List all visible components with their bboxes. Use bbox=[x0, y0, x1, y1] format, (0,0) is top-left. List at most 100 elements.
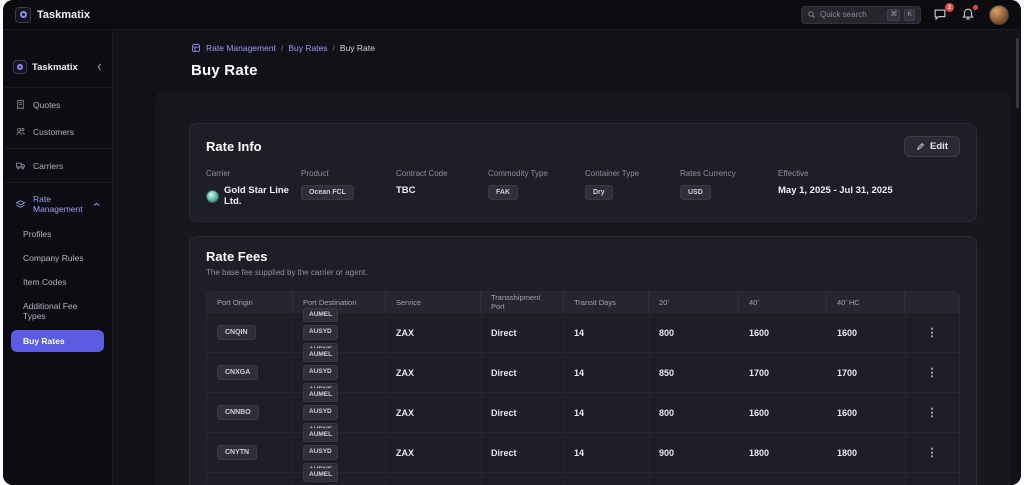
field-rates-currency: Rates Currency USD bbox=[680, 169, 778, 207]
destination-badge: AUSYD bbox=[303, 365, 338, 379]
user-avatar[interactable] bbox=[989, 5, 1009, 25]
origin-badge: CNNBO bbox=[217, 405, 259, 420]
table-row: CNNBO AUMELAUSYDAUBNE ZAX Direct 14 800 … bbox=[207, 392, 959, 432]
breadcrumb-link-buy-rates[interactable]: Buy Rates bbox=[288, 43, 327, 53]
sidebar-logo-icon bbox=[13, 60, 27, 74]
transit-days-cell: 14 bbox=[564, 473, 649, 485]
rate-fees-subtitle: The base fee supplied by the carrier or … bbox=[206, 268, 960, 277]
chat-button[interactable]: 2 bbox=[933, 7, 949, 23]
shortcut-k-key: K bbox=[904, 9, 915, 21]
breadcrumb-current: Buy Rate bbox=[340, 43, 375, 53]
divider bbox=[3, 87, 112, 88]
topbar: Taskmatix ⌘ K 2 bbox=[3, 0, 1021, 30]
sidebar-item-buy-rates[interactable]: Buy Rates bbox=[11, 330, 104, 352]
transshipment-cell: Direct bbox=[481, 433, 564, 472]
sidebar-item-label: Customers bbox=[33, 127, 74, 137]
shortcut-cmd-key: ⌘ bbox=[887, 9, 900, 21]
chevron-left-icon bbox=[97, 63, 102, 71]
origin-badge: CNYTN bbox=[217, 445, 257, 460]
column-header-service: Service bbox=[386, 292, 481, 312]
table-row: CNYTN AUMELAUSYDAUBNE ZAX Direct 14 900 … bbox=[207, 432, 959, 472]
sidebar-item-label: Rate Management bbox=[33, 194, 86, 214]
sidebar-brand: Taskmatix bbox=[3, 54, 112, 84]
row-actions-kebab-icon[interactable]: ⋮ bbox=[921, 326, 944, 339]
search-input[interactable] bbox=[820, 10, 883, 19]
rate-info-card: Rate Info Edit Carrier Gold Star Line Lt… bbox=[189, 123, 977, 222]
destination-badge: AUSYD bbox=[303, 325, 338, 339]
service-cell: ZAX bbox=[386, 313, 481, 352]
sidebar: Taskmatix Quotes Customers Carriers bbox=[3, 30, 113, 485]
notification-dot bbox=[973, 5, 978, 10]
field-label: Effective bbox=[778, 169, 960, 178]
sidebar-item-company-rules[interactable]: Company Rules bbox=[3, 246, 112, 270]
notifications-button[interactable] bbox=[961, 7, 977, 23]
transshipment-cell: Direct bbox=[481, 313, 564, 352]
field-product: Product Ocean FCL bbox=[301, 169, 396, 207]
scrollbar-thumb[interactable] bbox=[1016, 38, 1019, 108]
row-actions-kebab-icon[interactable]: ⋮ bbox=[921, 366, 944, 379]
rate-40hc-cell: 1700 bbox=[827, 353, 905, 392]
rate-40hc-cell: 1600 bbox=[827, 393, 905, 432]
content-panel: Rate Info Edit Carrier Gold Star Line Lt… bbox=[155, 91, 1011, 485]
table-row: CNNSA AUMELAUSYDAUBNE ZAX Direct 14 900 … bbox=[207, 472, 959, 485]
rate-20-cell: 900 bbox=[649, 473, 739, 485]
column-header-transshipment-port: Transshipment Port bbox=[481, 292, 564, 312]
rate-40-cell: 1600 bbox=[739, 393, 827, 432]
sidebar-item-item-codes[interactable]: Item Codes bbox=[3, 270, 112, 294]
sidebar-item-carriers[interactable]: Carriers bbox=[3, 152, 112, 179]
effective-value: May 1, 2025 - Jul 31, 2025 bbox=[778, 185, 893, 196]
rate-management-icon bbox=[15, 199, 26, 210]
field-label: Contract Code bbox=[396, 169, 488, 178]
sidebar-item-quotes[interactable]: Quotes bbox=[3, 91, 112, 118]
row-actions-kebab-icon[interactable]: ⋮ bbox=[921, 446, 944, 459]
rate-40hc-cell: 1600 bbox=[827, 313, 905, 352]
brand: Taskmatix bbox=[15, 7, 90, 23]
row-actions-kebab-icon[interactable]: ⋮ bbox=[921, 406, 944, 419]
sidebar-item-rate-management[interactable]: Rate Management bbox=[3, 186, 112, 222]
chevron-up-icon bbox=[93, 199, 100, 209]
rate-20-cell: 900 bbox=[649, 433, 739, 472]
sidebar-item-profiles[interactable]: Profiles bbox=[3, 222, 112, 246]
page-title: Buy Rate bbox=[191, 62, 1021, 79]
column-header-40hc: 40' HC bbox=[827, 292, 905, 312]
search-icon bbox=[807, 10, 816, 19]
main-content: Rate Management / Buy Rates / Buy Rate B… bbox=[113, 30, 1021, 485]
breadcrumb-link-rate-management[interactable]: Rate Management bbox=[206, 43, 276, 53]
table-row: CNXGA AUMELAUSYDAUBNE ZAX Direct 14 850 … bbox=[207, 352, 959, 392]
transit-days-cell: 14 bbox=[564, 353, 649, 392]
transshipment-cell: Direct bbox=[481, 353, 564, 392]
service-cell: ZAX bbox=[386, 353, 481, 392]
transit-days-cell: 14 bbox=[564, 433, 649, 472]
rate-fees-title: Rate Fees bbox=[206, 249, 960, 264]
pencil-icon bbox=[916, 142, 925, 151]
quick-search[interactable]: ⌘ K bbox=[801, 6, 921, 24]
edit-button[interactable]: Edit bbox=[904, 136, 960, 157]
transit-days-cell: 14 bbox=[564, 313, 649, 352]
transit-days-cell: 14 bbox=[564, 393, 649, 432]
field-label: Commodity Type bbox=[488, 169, 585, 178]
app-name: Taskmatix bbox=[37, 9, 90, 21]
app-window: Taskmatix ⌘ K 2 Taskmatix bbox=[3, 0, 1021, 485]
field-contract-code: Contract Code TBC bbox=[396, 169, 488, 207]
column-header-40: 40' bbox=[739, 292, 827, 312]
field-commodity-type: Commodity Type FAK bbox=[488, 169, 585, 207]
rate-20-cell: 850 bbox=[649, 353, 739, 392]
rate-40-cell: 1700 bbox=[739, 353, 827, 392]
field-label: Product bbox=[301, 169, 396, 178]
sidebar-item-additional-fee-types[interactable]: Additional Fee Types bbox=[3, 294, 112, 328]
destination-badge: AUMEL bbox=[303, 308, 338, 322]
divider bbox=[3, 182, 112, 183]
destination-badges: AUMELAUSYDAUBNE bbox=[303, 468, 375, 485]
commodity-badge: FAK bbox=[488, 185, 518, 200]
field-effective: Effective May 1, 2025 - Jul 31, 2025 bbox=[778, 169, 960, 207]
origin-badge: CNXGA bbox=[217, 365, 258, 380]
rate-fees-card: Rate Fees The base fee supplied by the c… bbox=[189, 236, 977, 485]
rate-40hc-cell: 1800 bbox=[827, 473, 905, 485]
sidebar-collapse-button[interactable] bbox=[97, 58, 102, 76]
destination-badge: AUMEL bbox=[303, 428, 338, 442]
sidebar-item-customers[interactable]: Customers bbox=[3, 118, 112, 145]
service-cell: ZAX bbox=[386, 473, 481, 485]
field-carrier: Carrier Gold Star Line Ltd. bbox=[206, 169, 301, 207]
app-logo-icon bbox=[15, 7, 31, 23]
rate-40-cell: 1600 bbox=[739, 313, 827, 352]
